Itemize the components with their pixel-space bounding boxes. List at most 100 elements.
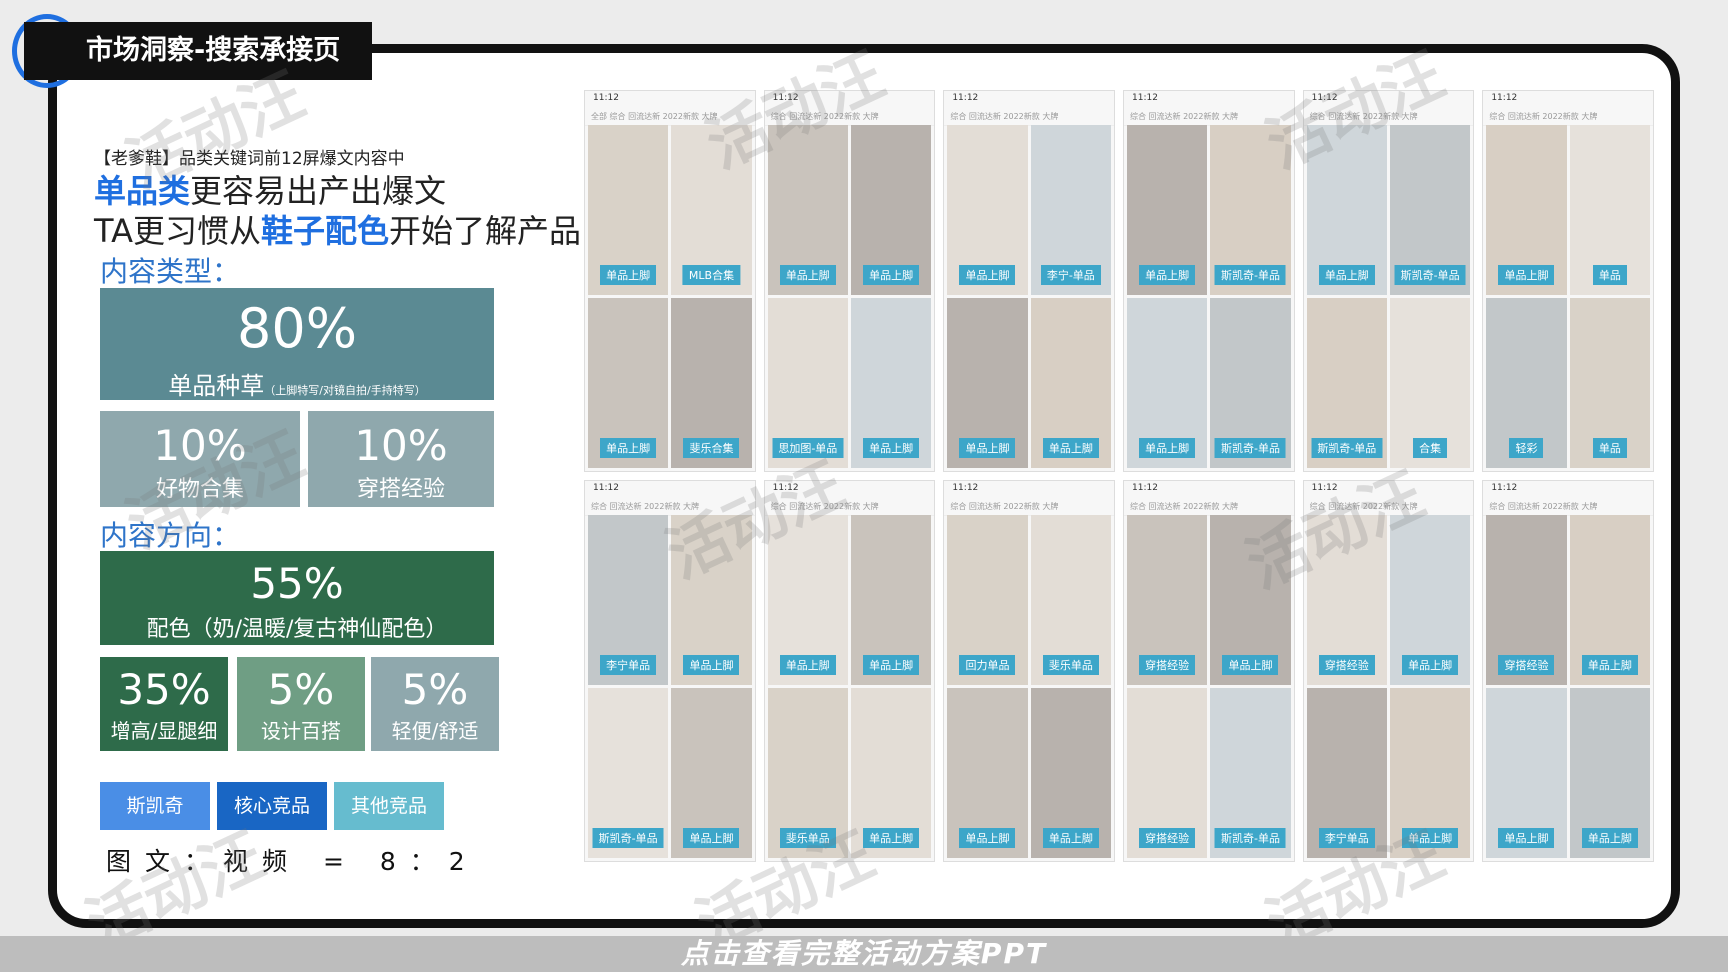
content-type-main-pct: 80% — [236, 297, 358, 360]
post-thumbnail: 斯凯奇-单品 — [1389, 125, 1471, 295]
post-category-label: 单品上脚 — [1581, 828, 1638, 848]
post-thumbnail: 单品 — [1569, 298, 1650, 468]
post-category-label: 单品上脚 — [600, 438, 657, 458]
post-thumbnail: 思加图-单品 — [767, 298, 848, 468]
post-thumbnail: 穿搭经验 — [1306, 515, 1387, 685]
post-category-label: 穿搭经验 — [1318, 655, 1375, 675]
headline-2-pre: TA更习惯从 — [94, 212, 261, 250]
post-category-label: 单品上脚 — [863, 438, 920, 458]
image-video-ratio: 图文：视频 = 8：2 — [106, 847, 479, 876]
post-thumbnail: 单品上脚 — [850, 688, 932, 858]
phone-status-time: 11:12 — [952, 483, 979, 493]
post-thumbnail: 单品上脚 — [671, 515, 752, 685]
post-category-label: 单品上脚 — [863, 265, 920, 285]
headline-2-strong: 鞋子配色 — [260, 212, 389, 250]
phone-tab-row: 全部 综合 回流达新 2022新款 大牌 — [585, 111, 755, 126]
post-category-label: 单品上脚 — [1402, 655, 1459, 675]
post-category-label: 斐乐合集 — [683, 438, 740, 458]
content-type-item-pct: 10% — [354, 421, 448, 470]
headline-2-post: 开始了解产品 — [388, 212, 581, 250]
post-thumbnail: 单品上脚 — [850, 125, 932, 295]
post-thumbnail: 单品上脚 — [1127, 125, 1208, 295]
post-thumbnail: 斯凯奇-单品 — [1210, 298, 1291, 468]
content-type-item-label: 好物合集 — [155, 477, 244, 502]
phone-tab-row: 综合 回流达新 2022新款 大牌 — [1124, 111, 1294, 126]
tag-skechers: 斯凯奇 — [100, 782, 210, 830]
phone-tab-row: 综合 回流达新 2022新款 大牌 — [764, 111, 935, 126]
post-thumbnail: 单品上脚 — [1486, 688, 1567, 858]
post-thumbnail: 单品上脚 — [1569, 515, 1650, 685]
phone-tab-row: 综合 回流达新 2022新款 大牌 — [944, 111, 1114, 126]
full-plan-banner-link[interactable]: 点击查看完整活动方案PPT — [0, 936, 1728, 972]
content-type-heading: 内容类型： — [100, 255, 241, 288]
post-category-label: 斐乐单品 — [779, 828, 836, 848]
post-category-label: 思加图-单品 — [772, 438, 844, 458]
phone-status-time: 11:12 — [952, 93, 979, 103]
post-thumbnail: 穿搭经验 — [1127, 515, 1208, 685]
post-category-label: 单品上脚 — [779, 265, 836, 285]
post-category-label: 李宁单品 — [600, 655, 657, 675]
post-category-label: 单品上脚 — [863, 655, 920, 675]
post-thumbnail: 单品上脚 — [1127, 298, 1208, 468]
post-thumbnail: 单品上脚 — [1389, 515, 1471, 685]
content-direction-item-pct: 5% — [267, 665, 335, 714]
post-category-label: 斯凯奇-单品 — [1214, 265, 1286, 285]
post-thumbnail: 单品上脚 — [947, 298, 1028, 468]
phone-screenshot: 11:12 全部 综合 回流达新 2022新款 大牌 单品上脚 单品上脚 MLB合集 斐乐… — [584, 90, 756, 472]
post-category-label: 斯凯奇-单品 — [1214, 438, 1286, 458]
post-category-label: 斯凯奇-单品 — [592, 828, 664, 848]
post-category-label: 单品上脚 — [1042, 828, 1099, 848]
post-thumbnail: 单品上脚 — [767, 125, 848, 295]
content-direction-main-pct: 55% — [250, 559, 344, 608]
post-category-label: 单品上脚 — [863, 828, 920, 848]
phone-screenshot: 11:12 综合 回流达新 2022新款 大牌 单品上脚 斐乐单品 单品上脚 单品上脚 — [763, 480, 936, 862]
post-thumbnail: 轻彩 — [1486, 298, 1567, 468]
post-thumbnail: 斯凯奇-单品 — [1306, 298, 1387, 468]
post-category-label: 斯凯奇-单品 — [1311, 438, 1383, 458]
post-category-label: 单品上脚 — [1498, 828, 1555, 848]
headline-1-strong: 单品类 — [94, 172, 191, 210]
post-category-label: 合集 — [1413, 438, 1448, 458]
phone-tab-row: 综合 回流达新 2022新款 大牌 — [585, 501, 755, 516]
post-category-label: 单品上脚 — [1139, 438, 1196, 458]
post-thumbnail: 斯凯奇-单品 — [588, 688, 669, 858]
phone-screenshot: 11:12 综合 回流达新 2022新款 大牌 穿搭经验 穿搭经验 单品上脚 斯凯奇-单品 — [1123, 480, 1295, 862]
content-direction-item-label: 轻便/舒适 — [391, 719, 479, 743]
post-category-label: 单品上脚 — [683, 828, 740, 848]
post-thumbnail: 单品上脚 — [947, 688, 1028, 858]
post-thumbnail: 单品上脚 — [588, 298, 669, 468]
post-thumbnail: 斐乐单品 — [1030, 515, 1111, 685]
phone-screenshot: 11:12 综合 回流达新 2022新款 大牌 单品上脚 单品上脚 李宁-单品 单品上脚 — [943, 90, 1115, 472]
tag-other-competitor: 其他竞品 — [334, 782, 444, 830]
phone-status-time: 11:12 — [1491, 483, 1518, 493]
headline-2: TA更习惯从鞋子配色开始了解产品 — [94, 206, 581, 252]
post-category-label: 单品 — [1592, 265, 1627, 285]
post-thumbnail: 斐乐合集 — [671, 298, 752, 468]
content-direction-main-label: 配色（奶/温暖/复古神仙配色） — [146, 617, 448, 642]
content-type-main-note: （上脚特写/对镜自拍/手持特写） — [264, 384, 426, 397]
post-thumbnail: 穿搭经验 — [1486, 515, 1567, 685]
post-category-label: 单品上脚 — [1222, 655, 1279, 675]
post-thumbnail: 单品上脚 — [767, 515, 848, 685]
phone-status-time: 11:12 — [593, 93, 619, 103]
phone-status-time: 11:12 — [1311, 483, 1338, 493]
post-thumbnail: 穿搭经验 — [1127, 688, 1208, 858]
content-type-main-label: 单品种草 — [168, 372, 265, 400]
phone-screenshot: 11:12 综合 回流达新 2022新款 大牌 李宁单品 斯凯奇-单品 单品上脚 单品上脚 — [584, 480, 756, 862]
post-thumbnail: 斯凯奇-单品 — [1210, 688, 1291, 858]
phone-screenshot: 11:12 综合 回流达新 2022新款 大牌 单品上脚 思加图-单品 单品上脚 单品上脚 — [763, 90, 936, 472]
content-type-item-pct: 10% — [153, 421, 247, 470]
content-type-main-label-row: 单品种草（上脚特写/对镜自拍/手持特写） — [100, 366, 494, 401]
phone-status-time: 11:12 — [1132, 93, 1158, 103]
post-category-label: 斯凯奇-单品 — [1214, 828, 1286, 848]
post-thumbnail: 单品上脚 — [1030, 688, 1111, 858]
post-thumbnail: 单品上脚 — [588, 125, 669, 295]
phone-screenshot: 11:12 综合 回流达新 2022新款 大牌 回力单品 单品上脚 斐乐单品 单品上脚 — [943, 480, 1115, 862]
phone-screenshot: 11:12 综合 回流达新 2022新款 大牌 单品上脚 单品上脚 斯凯奇-单品 斯凯奇-… — [1123, 90, 1295, 472]
headline-1-rest: 更容易出产出爆文 — [190, 172, 447, 210]
post-thumbnail: 单品上脚 — [1306, 125, 1387, 295]
phone-status-time: 11:12 — [772, 93, 799, 103]
post-thumbnail: 单品 — [1569, 125, 1650, 295]
post-category-label: 单品上脚 — [683, 655, 740, 675]
post-category-label: 单品上脚 — [1042, 438, 1099, 458]
